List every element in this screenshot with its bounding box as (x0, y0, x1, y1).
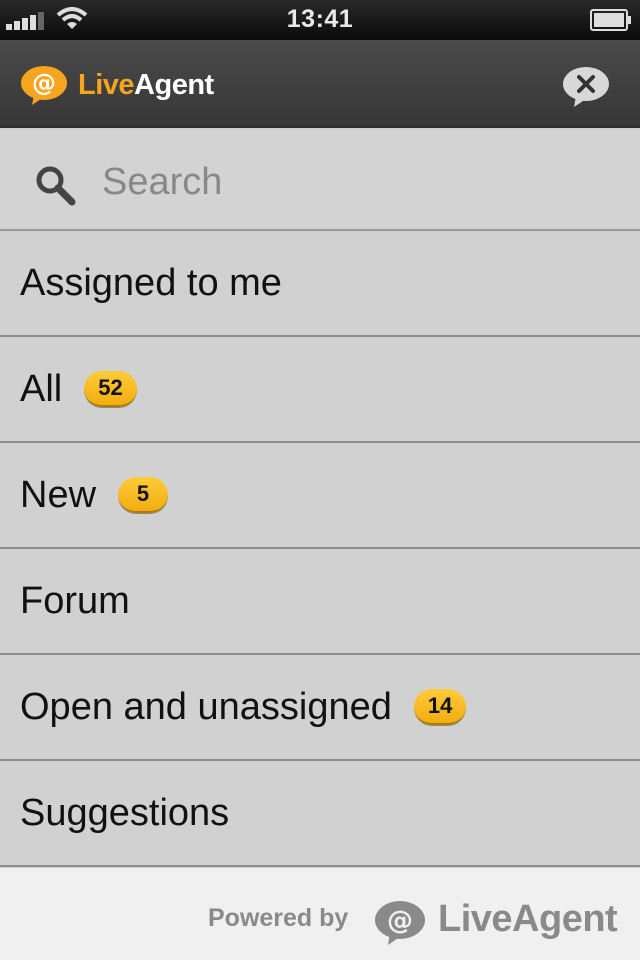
menu-item-label: Assigned to me (20, 261, 282, 304)
svg-text:@: @ (32, 69, 56, 97)
close-chat-icon[interactable] (562, 66, 610, 108)
menu-item-label: New (20, 473, 97, 516)
menu-item-label: Suggestions (20, 791, 230, 834)
menu-item-assigned-to-me[interactable]: Assigned to me (0, 231, 640, 337)
menu-item-label: Forum (20, 579, 130, 622)
menu-item-label: Open and unassigned (20, 685, 392, 728)
svg-text:@: @ (387, 906, 413, 936)
status-bar: 13:41 (0, 0, 640, 40)
liveagent-logo-icon: @ (21, 66, 67, 105)
count-badge: 5 (118, 477, 169, 513)
count-badge: 14 (413, 689, 467, 725)
count-badge: 52 (84, 371, 137, 407)
logo-live: Live (78, 68, 135, 101)
powered-by-text: Powered by (208, 904, 349, 932)
logo-text: LiveAgent (78, 69, 214, 102)
footer: Powered by @ LiveAgent (0, 868, 640, 960)
search-icon (36, 166, 76, 206)
status-time: 13:41 (286, 5, 354, 33)
menu-item-new[interactable]: New 5 (0, 443, 640, 549)
logo-agent: Agent (134, 68, 214, 101)
footer-brand-text: LiveAgent (438, 898, 618, 940)
app-logo: @ LiveAgent (20, 65, 214, 105)
app-header: @ LiveAgent (0, 40, 640, 128)
menu-item-all[interactable]: All 52 (0, 337, 640, 443)
search-input[interactable] (102, 154, 602, 210)
search-bar (0, 130, 640, 231)
menu-item-label: All (20, 367, 63, 410)
menu-item-forum[interactable]: Forum (0, 549, 640, 655)
battery-icon (590, 9, 631, 31)
liveagent-footer-logo-icon: @ (375, 901, 425, 945)
menu-item-open-and-unassigned[interactable]: Open and unassigned 14 (0, 655, 640, 761)
menu-item-suggestions[interactable]: Suggestions (0, 761, 640, 867)
